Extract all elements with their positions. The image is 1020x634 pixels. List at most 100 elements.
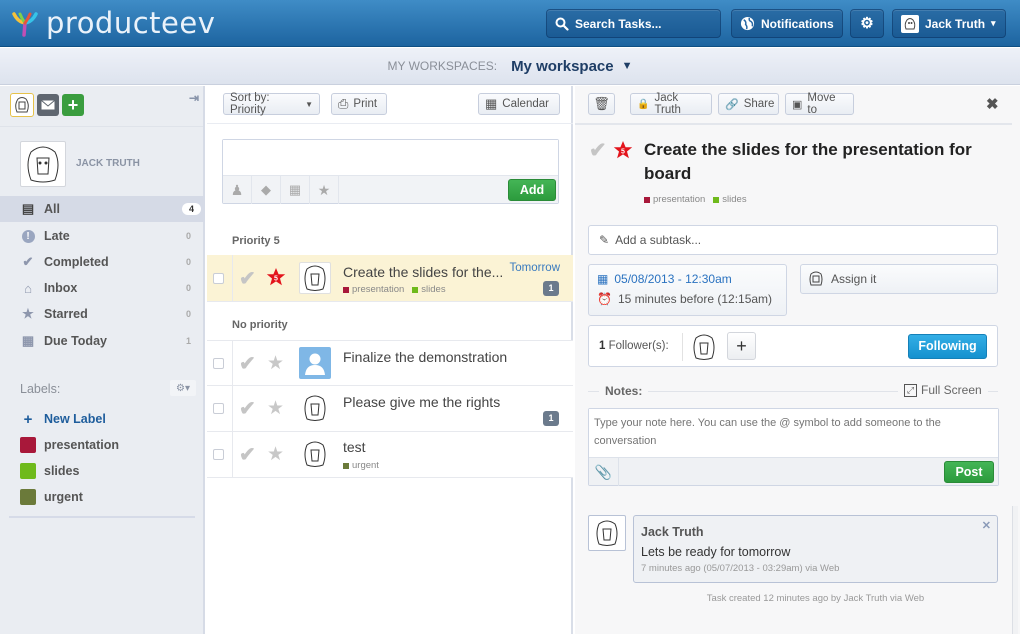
task-row[interactable]: ✔ ★ test urgent [207,432,573,478]
priority-star-icon[interactable]: ★ [267,443,284,466]
note-editor: 📎 Post [588,408,999,486]
new-task-box: ♟ ◆ ▦ ★ Add [222,139,559,204]
subtask-placeholder: Add a subtask... [615,233,702,247]
sort-dropdown[interactable]: Sort by: Priority ▼ [223,92,320,116]
print-label: Print [353,98,378,110]
profile-avatar[interactable] [20,141,66,187]
complete-check-icon[interactable]: ✔ [239,266,256,291]
workspace-selector[interactable]: My workspace ▼ [511,58,632,75]
collapse-sidebar-icon[interactable]: ⇥ [189,91,199,105]
nav-inbox[interactable]: ⌂ Inbox 0 [0,275,205,301]
priority-star-icon[interactable]: ★ [310,176,339,204]
default-user-icon [305,353,325,375]
lock-icon: 🔒 [637,98,650,110]
task-title: Create the slides for the... [343,264,504,280]
share-button[interactable]: 🔗 Share [718,93,779,115]
calendar-button[interactable]: ▦ Calendar [478,93,560,115]
print-button[interactable]: ⎙ Print [331,93,387,115]
sidebar: + ⇥ JACK TRUTH ▤ All 4 ! Late 0 ✔ Comple… [0,86,205,634]
task-assignee-avatar [299,262,331,294]
complete-check-icon[interactable]: ✔ [239,396,256,421]
note-input[interactable] [589,409,998,457]
task-checkbox[interactable] [213,403,224,414]
task-detail-panel: 🗑 🔒 Jack Truth 🔗 Share ▣ Move to ✖ ✔ 5 C… [575,86,1020,634]
task-row[interactable]: ✔ ★ Finalize the demonstration [207,340,573,386]
priority-star-icon[interactable]: ★ [267,352,284,375]
settings-button[interactable]: ⚙ [850,9,884,38]
task-created-info: Task created 12 minutes ago by Jack Trut… [706,593,925,604]
priority-star-icon[interactable]: 5 [266,267,286,287]
delete-button[interactable]: 🗑 [588,93,615,115]
nav-due-today[interactable]: ▦ Due Today 1 [0,328,205,354]
label-slides[interactable]: slides [20,460,79,482]
notifications-button[interactable]: Notifications [731,9,843,38]
following-button[interactable]: Following [908,334,987,359]
app-logo[interactable]: producteev [10,6,215,40]
task-row[interactable]: ✔ 5 Create the slides for the... Tomorro… [207,255,573,302]
priority-star-icon[interactable]: ★ [267,397,284,420]
comment-count-badge[interactable]: 1 [543,281,559,296]
new-label-button[interactable]: + New Label [20,408,106,430]
pencil-icon: ✎ [599,233,610,247]
messages-tab[interactable] [37,94,59,116]
nav-completed[interactable]: ✔ Completed 0 [0,249,205,275]
comment-count-badge[interactable]: 1 [543,411,559,426]
nav-label: Completed [44,255,109,269]
task-assignee-avatar [299,392,331,424]
add-tab[interactable]: + [62,94,84,116]
due-date-icon[interactable]: ▦ [281,176,310,204]
task-row[interactable]: ✔ ★ Please give me the rights 1 [207,386,573,432]
close-icon[interactable]: ✖ [986,95,999,113]
priority-star-icon[interactable]: 5 [613,140,633,160]
user-menu-button[interactable]: Jack Truth ▾ [892,9,1006,38]
notifications-label: Notifications [761,16,834,31]
sort-label: Sort by: Priority [230,92,270,116]
label-presentation[interactable]: presentation [20,434,119,456]
complete-check-icon[interactable]: ✔ [589,138,607,163]
complete-check-icon[interactable]: ✔ [239,442,256,467]
add-follower-button[interactable]: + [727,332,756,360]
label-color-swatch [20,437,36,453]
tag-icon[interactable]: ◆ [252,176,281,204]
top-bar: producteev Search Tasks... Notifications… [0,0,1020,47]
nav-starred[interactable]: ★ Starred 0 [0,301,205,327]
due-date-box[interactable]: ▦ 05/08/2013 - 12:30am ⏰ 15 minutes befo… [588,264,787,316]
label-urgent[interactable]: urgent [20,486,83,508]
avatar-sketch-icon [27,146,59,183]
delete-comment-icon[interactable]: ✕ [982,519,991,532]
labels-settings-button[interactable]: ⚙▾ [170,380,196,396]
move-to-button[interactable]: ▣ Move to [785,92,854,116]
tag-presentation: presentation [644,194,705,205]
search-label: Search Tasks... [575,16,662,31]
profile-tab[interactable] [10,93,34,117]
new-task-input[interactable] [223,140,558,175]
owner-button[interactable]: 🔒 Jack Truth [630,92,712,116]
scrollbar[interactable] [1012,506,1018,634]
assign-label: Assign it [831,272,877,286]
complete-check-icon[interactable]: ✔ [239,351,256,376]
nav-count: 0 [185,283,191,293]
sidebar-tabs: + [10,93,84,117]
task-checkbox[interactable] [213,358,224,369]
avatar-icon [15,97,29,113]
search-tasks-button[interactable]: Search Tasks... [546,9,721,38]
nav-all[interactable]: ▤ All 4 [0,196,205,222]
post-note-button[interactable]: Post [944,461,994,483]
follower-avatar[interactable] [692,333,716,364]
task-checkbox[interactable] [213,273,224,284]
task-title: Finalize the demonstration [343,349,508,365]
avatar-sketch-icon [304,265,326,291]
add-subtask-input[interactable]: ✎ Add a subtask... [588,225,998,255]
task-checkbox[interactable] [213,449,224,460]
divider [575,123,1012,125]
task-detail-title[interactable]: Create the slides for the presentation f… [644,138,1004,186]
paperclip-icon[interactable]: 📎 [589,458,619,486]
labels-heading: Labels: [20,382,61,396]
add-task-button[interactable]: Add [508,179,556,201]
assignee-icon[interactable]: ♟ [223,176,252,204]
folder-icon: ▣ [792,98,803,111]
reminder: ⏰ 15 minutes before (12:15am) [597,292,772,306]
full-screen-button[interactable]: ⤢ Full Screen [898,383,988,397]
nav-late[interactable]: ! Late 0 [0,223,205,249]
assign-button[interactable]: Assign it [800,264,998,294]
